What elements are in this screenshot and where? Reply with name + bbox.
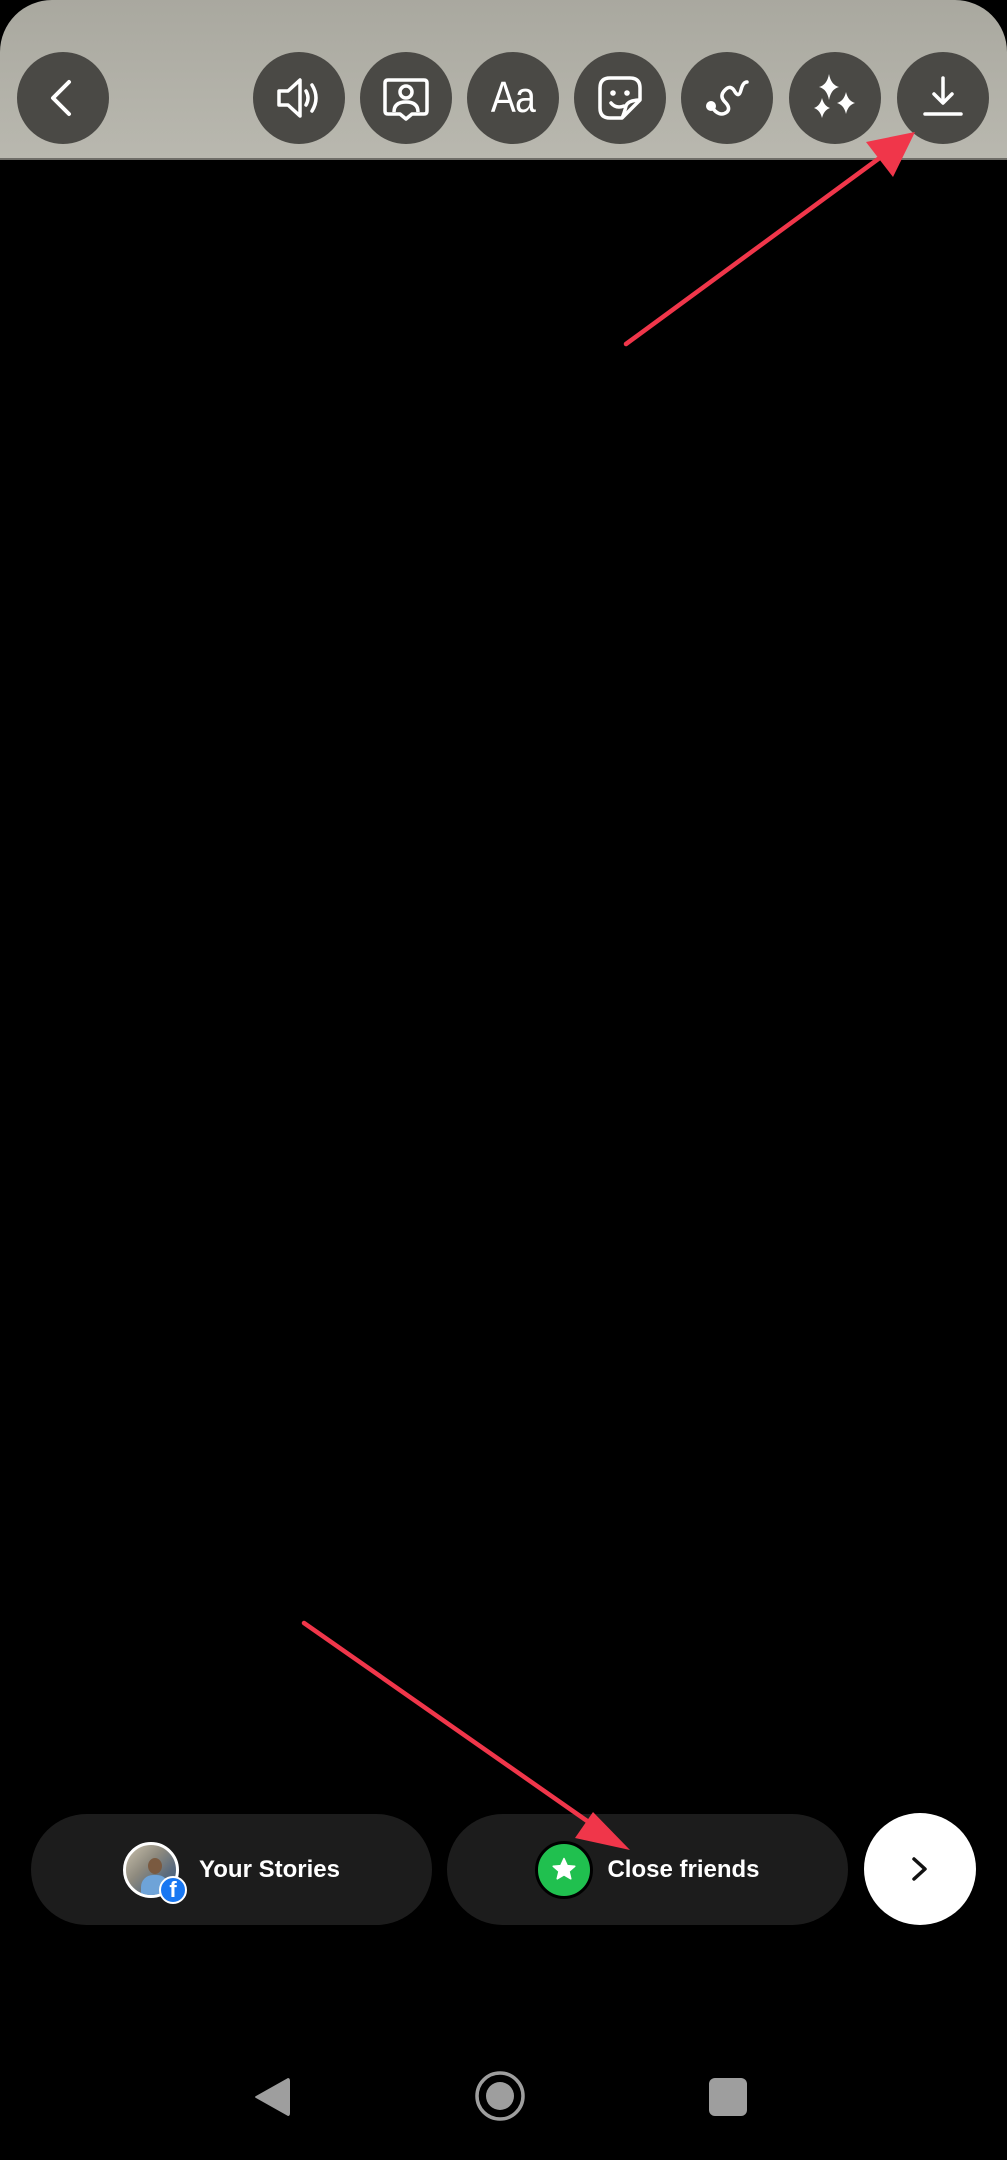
download-button[interactable]	[897, 52, 989, 144]
nav-home-button[interactable]	[474, 2070, 526, 2122]
sticker-button[interactable]	[574, 52, 666, 144]
mention-button[interactable]	[360, 52, 452, 144]
download-icon	[923, 76, 963, 116]
your-stories-label: Your Stories	[199, 1855, 340, 1883]
back-button[interactable]	[17, 52, 109, 144]
chevron-right-icon	[912, 1857, 927, 1881]
draw-squiggle-icon	[706, 80, 749, 116]
speaker-icon	[277, 78, 318, 118]
facebook-icon: f	[159, 1875, 188, 1904]
effects-button[interactable]	[789, 52, 881, 144]
nav-back-icon	[255, 2078, 290, 2116]
nav-recents-button[interactable]	[708, 2077, 748, 2117]
avatar: f	[123, 1841, 188, 1904]
close-friends-label: Close friends	[607, 1855, 760, 1883]
close-friends-star-icon	[535, 1840, 594, 1899]
sound-button[interactable]	[253, 52, 345, 144]
sticker-icon	[598, 76, 642, 120]
nav-recents-icon	[709, 2078, 747, 2116]
close-friends-button[interactable]: Close friends	[447, 1814, 848, 1925]
your-stories-button[interactable]: f Your Stories	[31, 1814, 432, 1925]
sparkles-icon	[814, 74, 855, 118]
story-canvas[interactable]	[0, 160, 1007, 1800]
text-button[interactable]: Aa	[467, 52, 559, 144]
next-button[interactable]	[864, 1813, 976, 1925]
mention-person-icon	[383, 78, 429, 121]
story-editor-toolbar: Aa	[0, 0, 1007, 160]
draw-button[interactable]	[681, 52, 773, 144]
nav-back-button[interactable]	[250, 2074, 296, 2120]
chevron-left-icon	[51, 80, 71, 116]
text-aa-icon: Aa	[490, 73, 536, 122]
